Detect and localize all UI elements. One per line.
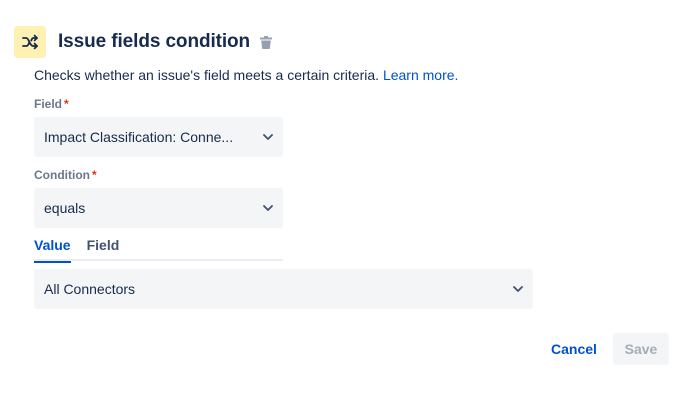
tab-field[interactable]: Field [87,235,120,261]
learn-more-link[interactable]: Learn more. [383,67,458,83]
trash-icon[interactable] [260,35,273,49]
condition-label-text: Condition [34,168,90,182]
tab-value[interactable]: Value [34,235,71,263]
condition-select[interactable]: equals [34,188,283,228]
condition-select-value: equals [44,200,86,216]
page-title: Issue fields condition [58,31,251,52]
save-button[interactable]: Save [613,333,669,365]
field-label: Field * [34,97,69,111]
description-text: Checks whether an issue's field meets a … [34,67,383,83]
required-indicator: * [91,168,97,182]
field-select-value: Impact Classification: Conne... [44,129,234,145]
chevron-down-icon [513,286,523,292]
shuffle-icon [14,26,46,58]
field-label-text: Field [34,97,63,111]
chevron-down-icon [263,205,273,211]
field-select[interactable]: Impact Classification: Conne... [34,117,283,157]
value-select[interactable]: All Connectors [34,269,533,309]
description: Checks whether an issue's field meets a … [34,67,458,83]
chevron-down-icon [263,134,273,140]
required-indicator: * [64,97,69,111]
value-select-value: All Connectors [44,281,136,297]
condition-header: Issue fields condition [14,26,273,58]
value-field-tabs: Value Field [34,235,283,263]
cancel-button[interactable]: Cancel [543,333,605,365]
condition-label: Condition * [34,168,97,182]
